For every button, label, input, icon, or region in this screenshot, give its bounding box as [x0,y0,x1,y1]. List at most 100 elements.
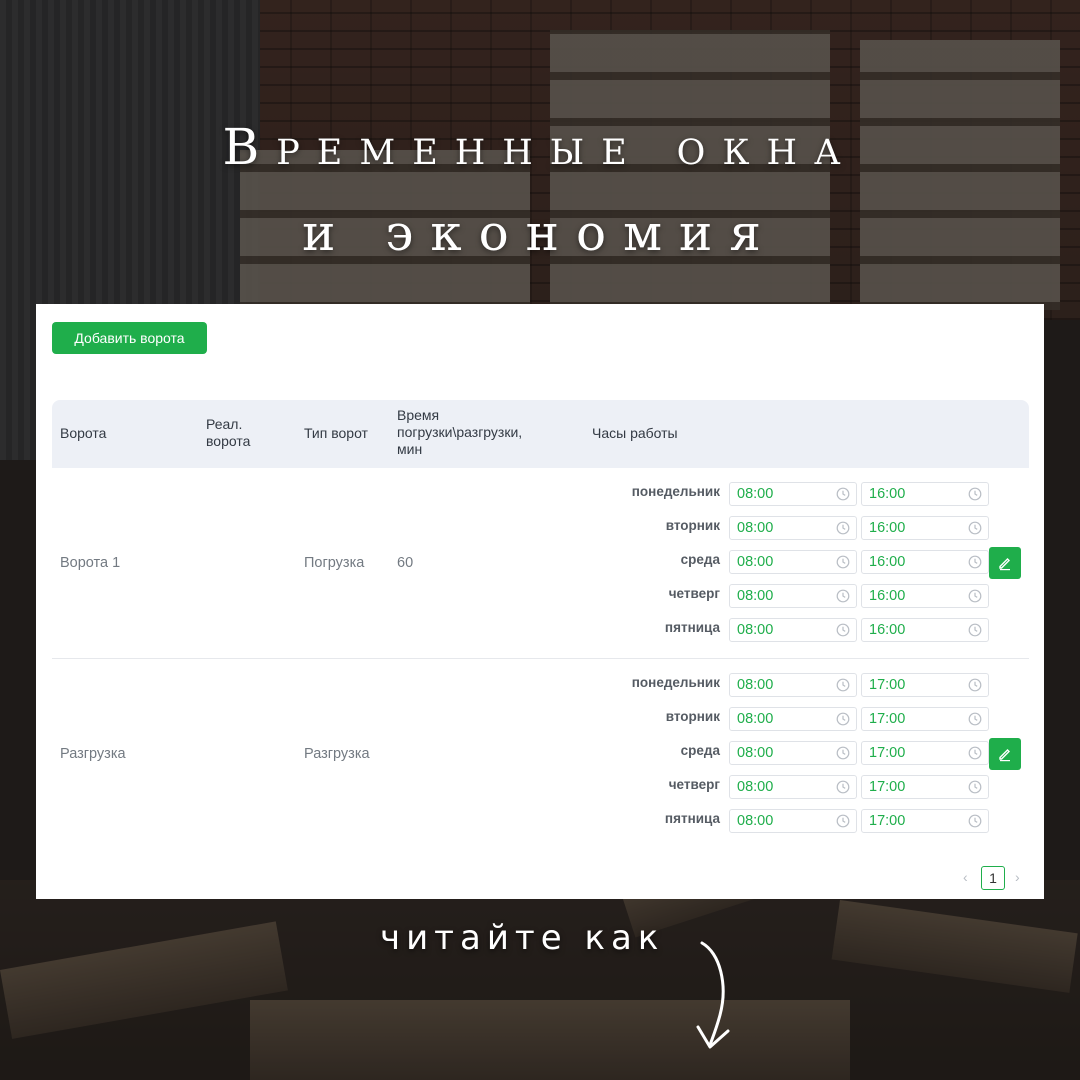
clock-icon [968,487,982,501]
time-to-input[interactable]: 17:00 [861,741,989,765]
footer-caption: читайте как [380,918,665,958]
schedule-day: пятница 08:00 16:00 [582,616,989,650]
gate-name: Разгрузка [60,746,126,762]
time-value: 17:00 [869,779,906,795]
clock-icon [836,746,850,760]
table-row: Ворота 1 Погрузка 60 понедельник 08:00 16:… [52,468,1029,659]
gate-type: Погрузка [304,555,365,571]
time-to-input[interactable]: 17:00 [861,775,989,799]
time-from-input[interactable]: 08:00 [729,673,857,697]
edit-button[interactable] [989,738,1021,770]
time-from-input[interactable]: 08:00 [729,618,857,642]
schedule-day: вторник 08:00 17:00 [582,705,989,739]
time-value: 08:00 [737,813,774,829]
clock-icon [968,712,982,726]
header-load-time: Время погрузки\разгрузки, мин [397,407,522,458]
clock-icon [836,814,850,828]
page-button-current[interactable]: 1 [981,866,1005,890]
time-to-input[interactable]: 16:00 [861,584,989,608]
clock-icon [836,780,850,794]
day-name: среда [680,743,720,758]
time-value: 17:00 [869,677,906,693]
day-name: понедельник [631,675,720,690]
time-to-input[interactable]: 17:00 [861,673,989,697]
clock-icon [968,589,982,603]
time-from-input[interactable]: 08:00 [729,775,857,799]
time-value: 16:00 [869,622,906,638]
time-to-input[interactable]: 16:00 [861,516,989,540]
time-value: 16:00 [869,588,906,604]
time-value: 17:00 [869,711,906,727]
time-value: 17:00 [869,813,906,829]
time-from-input[interactable]: 08:00 [729,516,857,540]
schedule-list: понедельник 08:00 16:00 вторник 08:00 16:00 ср… [582,480,989,650]
schedule-day: четверг 08:00 16:00 [582,582,989,616]
clock-icon [836,589,850,603]
time-value: 16:00 [869,554,906,570]
schedule-day: вторник 08:00 16:00 [582,514,989,548]
header-real-gate-line-1: Реал. [206,416,243,432]
schedule-day: четверг 08:00 17:00 [582,773,989,807]
header-real-gate-line-2: ворота [206,433,251,449]
clock-icon [836,487,850,501]
time-to-input[interactable]: 16:00 [861,482,989,506]
time-to-input[interactable]: 16:00 [861,618,989,642]
time-from-input[interactable]: 08:00 [729,741,857,765]
clock-icon [968,814,982,828]
day-name: пятница [664,811,720,826]
clock-icon [836,521,850,535]
time-value: 08:00 [737,588,774,604]
arrow-down-icon [696,941,730,1049]
time-value: 16:00 [869,520,906,536]
day-name: пятница [664,620,720,635]
time-to-input[interactable]: 16:00 [861,550,989,574]
day-name: среда [680,552,720,567]
schedule-day: среда 08:00 16:00 [582,548,989,582]
time-value: 08:00 [737,486,774,502]
header-gate-type: Тип ворот [304,425,368,441]
pencil-icon [999,558,1010,571]
time-value: 08:00 [737,711,774,727]
header-load-time-line-2: погрузки\разгрузки, [397,424,523,440]
time-to-input[interactable]: 17:00 [861,809,989,833]
day-name: понедельник [631,484,720,499]
schedule-day: понедельник 08:00 17:00 [582,671,989,705]
time-value: 16:00 [869,486,906,502]
clock-icon [968,746,982,760]
header-gate: Ворота [60,425,107,441]
time-from-input[interactable]: 08:00 [729,482,857,506]
time-from-input[interactable]: 08:00 [729,707,857,731]
clock-icon [836,555,850,569]
header-load-time-line-1: Время [397,407,440,423]
time-from-input[interactable]: 08:00 [729,584,857,608]
day-name: вторник [665,709,720,724]
edit-button[interactable] [989,547,1021,579]
pagination: ‹ 1 › [961,866,1031,890]
clock-icon [968,780,982,794]
schedule-day: понедельник 08:00 16:00 [582,480,989,514]
chevron-right-icon[interactable]: › [1015,869,1020,885]
time-value: 08:00 [737,520,774,536]
clock-icon [968,623,982,637]
headline-line-1: Временные окна [222,118,858,176]
header-working-hours: Часы работы [592,425,678,441]
gate-name: Ворота 1 [60,555,121,571]
schedule-list: понедельник 08:00 17:00 вторник 08:00 17:00 ср… [582,671,989,841]
gate-type: Разгрузка [304,746,370,762]
add-gate-button[interactable]: Добавить ворота [52,322,207,354]
load-duration: 60 [397,555,414,571]
header-real-gate: Реал. ворота [206,416,250,450]
time-from-input[interactable]: 08:00 [729,550,857,574]
day-name: вторник [665,518,720,533]
time-to-input[interactable]: 17:00 [861,707,989,731]
time-value: 08:00 [737,554,774,570]
gates-card: Добавить ворота Ворота Реал. ворота Тип … [36,304,1044,899]
table-header: Ворота Реал. ворота Тип ворот Время погр… [52,400,1029,468]
time-from-input[interactable]: 08:00 [729,809,857,833]
time-value: 08:00 [737,677,774,693]
time-value: 08:00 [737,779,774,795]
schedule-day: пятница 08:00 17:00 [582,807,989,841]
clock-icon [968,555,982,569]
chevron-left-icon[interactable]: ‹ [963,869,968,885]
clock-icon [836,623,850,637]
